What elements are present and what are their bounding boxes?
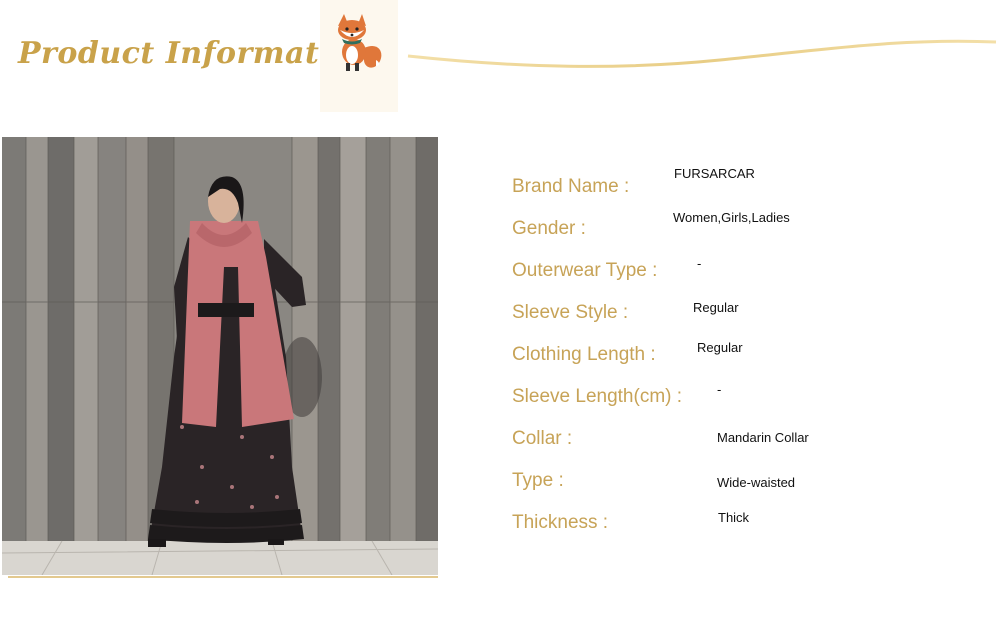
spec-value-clothing-length: Regular: [697, 340, 743, 355]
spec-value-gender: Women,Girls,Ladies: [673, 210, 790, 225]
spec-value-sleeve-length: -: [717, 382, 722, 397]
spec-label-type: Type :: [512, 470, 564, 491]
spec-value-outerwear-type: -: [697, 256, 702, 271]
spec-label-outerwear-type: Outerwear Type :: [512, 260, 658, 281]
spec-value-collar: Mandarin Collar: [717, 430, 809, 445]
section-header: Product Information: [0, 0, 1000, 120]
spec-label-thickness: Thickness :: [512, 512, 609, 533]
spec-value-brand-name: FURSARCAR: [674, 166, 755, 181]
decorative-wave: [407, 39, 997, 68]
spec-label-brand-name: Brand Name :: [512, 176, 630, 197]
spec-value-sleeve-style: Regular: [693, 300, 739, 315]
spec-label-collar: Collar :: [512, 428, 573, 449]
spec-label-clothing-length: Clothing Length :: [512, 344, 656, 365]
spec-value-type: Wide-waisted: [717, 475, 796, 490]
spec-value-thickness: Thick: [718, 510, 750, 525]
spec-label-gender: Gender :: [512, 218, 586, 239]
spec-label-sleeve-length: Sleeve Length(cm) :: [512, 386, 683, 407]
photo-underline: [8, 576, 438, 578]
spec-label-sleeve-style: Sleeve Style :: [512, 302, 629, 323]
fox-icon: [320, 0, 398, 112]
model-photo: [2, 137, 438, 575]
